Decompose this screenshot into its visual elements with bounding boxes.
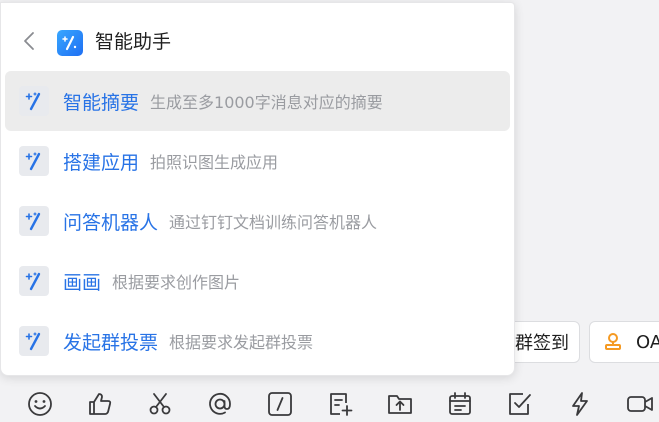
group-sign-in-label: 群签到 xyxy=(515,333,569,354)
ai-assistant-logo-icon xyxy=(57,30,83,56)
menu-item-name: 智能摘要 xyxy=(63,91,140,114)
magic-wand-icon xyxy=(19,326,49,356)
menu-item-group-vote[interactable]: 发起群投票 根据要求发起群投票 xyxy=(5,311,510,371)
oa-label: OA xyxy=(636,331,659,353)
menu-item-text: 画画 根据要求创作图片 xyxy=(63,251,240,311)
panel-header: 智能助手 xyxy=(1,3,514,71)
menu-item-text: 发起群投票 根据要求发起群投票 xyxy=(63,311,313,371)
panel-title: 智能助手 xyxy=(95,31,172,53)
mention-icon[interactable] xyxy=(206,390,234,418)
magic-wand-icon xyxy=(19,206,49,236)
menu-item-build-app[interactable]: 搭建应用 拍照识图生成应用 xyxy=(5,131,510,191)
oa-button[interactable]: OA xyxy=(589,321,659,363)
menu-item-desc: 通过钉钉文档训练问答机器人 xyxy=(169,213,378,232)
add-doc-icon[interactable] xyxy=(326,390,354,418)
scissors-icon[interactable] xyxy=(146,390,174,418)
menu-item-name: 发起群投票 xyxy=(63,331,159,354)
lightning-icon[interactable] xyxy=(566,390,594,418)
oa-stamp-icon xyxy=(602,331,624,353)
emoji-icon[interactable] xyxy=(26,390,54,418)
magic-wand-icon xyxy=(19,146,49,176)
back-arrow-icon[interactable] xyxy=(19,29,39,53)
menu-item-desc: 拍照识图生成应用 xyxy=(150,153,279,172)
menu-item-desc: 根据要求创作图片 xyxy=(112,273,241,292)
task-check-icon[interactable] xyxy=(506,390,534,418)
slash-command-icon[interactable] xyxy=(266,390,294,418)
ai-assistant-panel: 智能助手 智能摘要 生成至多1000字消息对应的摘要 搭建应用 拍照识图生成应用… xyxy=(0,2,515,376)
menu-item-text: 问答机器人 通过钉钉文档训练问答机器人 xyxy=(63,191,377,251)
menu-item-desc: 根据要求发起群投票 xyxy=(169,333,314,352)
upload-folder-icon[interactable] xyxy=(386,390,414,418)
menu-item-qa-robot[interactable]: 问答机器人 通过钉钉文档训练问答机器人 xyxy=(5,191,510,251)
menu-item-smart-summary[interactable]: 智能摘要 生成至多1000字消息对应的摘要 xyxy=(5,71,510,131)
calendar-icon[interactable] xyxy=(446,390,474,418)
menu-item-draw[interactable]: 画画 根据要求创作图片 xyxy=(5,251,510,311)
magic-wand-icon xyxy=(19,86,49,116)
menu-item-name: 搭建应用 xyxy=(63,151,140,174)
menu-item-text: 智能摘要 生成至多1000字消息对应的摘要 xyxy=(63,71,383,131)
menu-item-name: 问答机器人 xyxy=(63,211,159,234)
chat-window: 群签到 OA 智能助 xyxy=(0,0,659,422)
menu-item-text: 搭建应用 拍照识图生成应用 xyxy=(63,131,278,191)
menu-item-name: 画画 xyxy=(63,271,102,294)
menu-item-desc: 生成至多1000字消息对应的摘要 xyxy=(150,93,383,112)
assistant-menu: 智能摘要 生成至多1000字消息对应的摘要 搭建应用 拍照识图生成应用 问答机器… xyxy=(5,71,510,371)
thumbs-up-icon[interactable] xyxy=(86,390,114,418)
video-call-icon[interactable] xyxy=(626,390,654,418)
magic-wand-icon xyxy=(19,266,49,296)
input-toolbar xyxy=(0,386,659,422)
